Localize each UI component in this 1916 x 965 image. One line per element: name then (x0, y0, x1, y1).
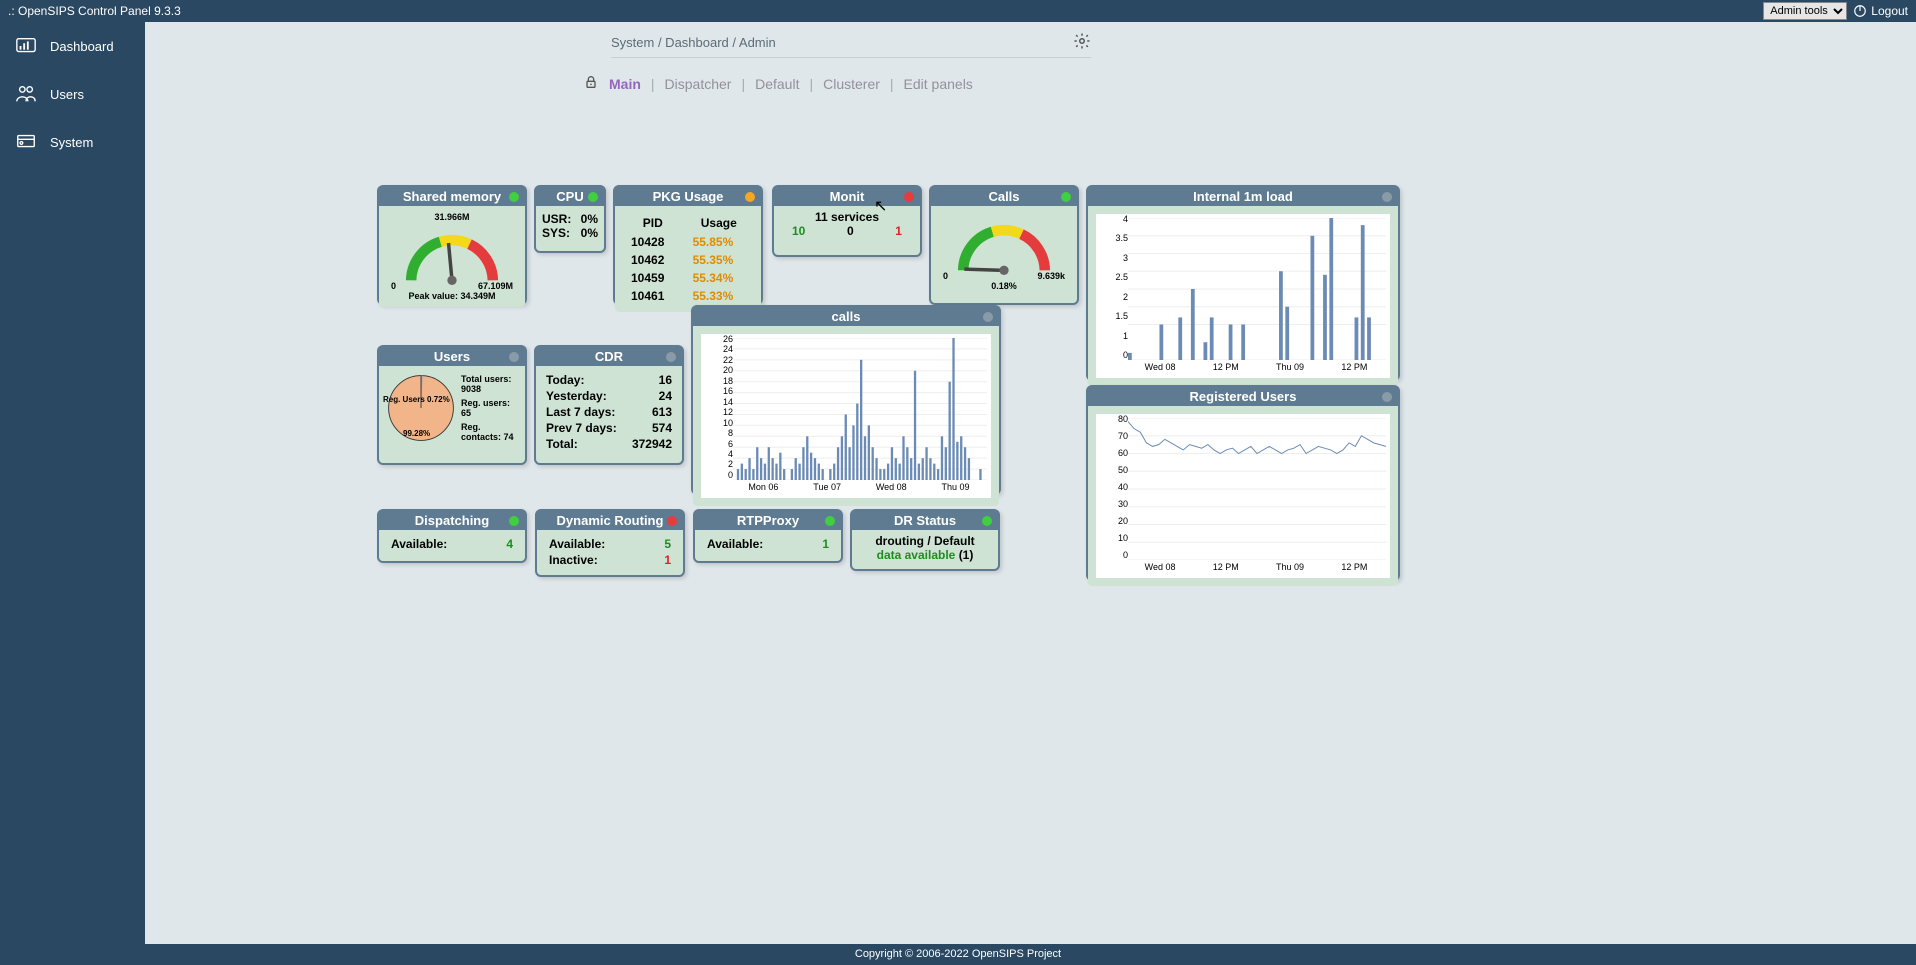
widget-dispatching[interactable]: Dispatching Available:4 (377, 509, 527, 563)
widget-title: RTPProxy (737, 513, 799, 528)
status-indicator-green (825, 516, 835, 526)
widget-pkg-usage[interactable]: PKG Usage PIDUsage 1042855.85%1046255.35… (613, 185, 763, 305)
widget-title: Internal 1m load (1193, 189, 1293, 204)
list-item: Today:16 (542, 372, 676, 388)
widget-dynamic-routing[interactable]: Dynamic Routing Available:5 Inactive:1 (535, 509, 685, 577)
status-indicator-green (509, 516, 519, 526)
widget-title: calls (832, 309, 861, 324)
widget-users[interactable]: Users Total users: 9038 Reg. users: 65 R… (377, 345, 527, 465)
status-indicator-gray (509, 352, 519, 362)
widget-title: Dynamic Routing (557, 513, 664, 528)
sidebar: Dashboard Users System (0, 22, 145, 944)
widget-title: Monit (830, 189, 865, 204)
widget-title: CDR (595, 349, 623, 364)
status-indicator-gray (666, 352, 676, 362)
sidebar-item-label: System (50, 135, 93, 150)
widget-monit[interactable]: Monit 11 services 1001 (772, 185, 922, 257)
app-title: .: OpenSIPS Control Panel 9.3.3 (8, 4, 181, 18)
widget-title: CPU (556, 189, 583, 204)
status-indicator-orange (745, 192, 755, 202)
sidebar-item-dashboard[interactable]: Dashboard (0, 22, 145, 70)
list-item: Prev 7 days:574 (542, 420, 676, 436)
status-indicator-red (667, 516, 677, 526)
widget-title: Registered Users (1190, 389, 1297, 404)
settings-button[interactable] (1073, 32, 1091, 53)
tab-dispatcher[interactable]: Dispatcher (665, 76, 732, 92)
widget-dr-status[interactable]: DR Status drouting / Default data availa… (850, 509, 1000, 571)
table-row: 1045955.34% (623, 270, 753, 286)
widget-calls-gauge[interactable]: Calls 09.639k 0.18% (929, 185, 1079, 305)
breadcrumb: System / Dashboard / Admin (611, 35, 776, 50)
status-indicator-green (588, 192, 598, 202)
sidebar-item-label: Users (50, 87, 84, 102)
sidebar-item-system[interactable]: System (0, 118, 145, 166)
widget-title: Dispatching (415, 513, 489, 528)
list-item: Total:372942 (542, 436, 676, 452)
power-icon (1853, 4, 1867, 18)
table-row: 1046255.35% (623, 252, 753, 268)
widget-title: Calls (988, 189, 1019, 204)
widget-registered-users[interactable]: Registered Users 80706050403020100Wed 08… (1086, 385, 1400, 581)
widget-title: Shared memory (403, 189, 501, 204)
widget-shared-memory[interactable]: Shared memory 31.966M 067.109M Peak valu… (377, 185, 527, 305)
widget-calls-chart[interactable]: calls 26242220181614121086420Mon 06Tue 0… (691, 305, 1001, 495)
footer: Copyright © 2006-2022 OpenSIPS Project (0, 944, 1916, 965)
status-indicator-green (509, 192, 519, 202)
widget-cpu[interactable]: CPU USR:0% SYS:0% (534, 185, 606, 253)
system-icon (14, 130, 38, 154)
main-content: System / Dashboard / Admin Main | Dispat… (145, 22, 1916, 944)
tab-edit-panels[interactable]: Edit panels (904, 76, 973, 92)
sidebar-item-users[interactable]: Users (0, 70, 145, 118)
widget-title: Users (434, 349, 470, 364)
status-indicator-gray (1382, 392, 1392, 402)
gear-icon (1073, 32, 1091, 50)
status-indicator-green (982, 516, 992, 526)
gauge-top-label: 31.966M (385, 212, 519, 222)
status-indicator-gray (983, 312, 993, 322)
dashboard-icon (14, 34, 38, 58)
admin-tools-select[interactable]: Admin tools (1763, 2, 1847, 20)
sidebar-item-label: Dashboard (50, 39, 114, 54)
logout-button[interactable]: Logout (1853, 4, 1908, 18)
widget-title: PKG Usage (653, 189, 724, 204)
lock-icon (583, 72, 599, 95)
tab-default[interactable]: Default (755, 76, 799, 92)
widget-title: DR Status (894, 513, 956, 528)
list-item: Yesterday:24 (542, 388, 676, 404)
list-item: Last 7 days:613 (542, 404, 676, 420)
status-indicator-red (904, 192, 914, 202)
widget-internal-load[interactable]: Internal 1m load 43.532.521.510Wed 0812 … (1086, 185, 1400, 381)
gauge-peak-label: Peak value: 34.349M (385, 291, 519, 301)
status-indicator-green (1061, 192, 1071, 202)
table-row: 1046155.33% (623, 288, 753, 304)
tab-main[interactable]: Main (609, 76, 641, 92)
top-bar: .: OpenSIPS Control Panel 9.3.3 Admin to… (0, 0, 1916, 22)
table-row: 1042855.85% (623, 234, 753, 250)
widget-cdr[interactable]: CDR Today:16Yesterday:24Last 7 days:613P… (534, 345, 684, 465)
widget-rtpproxy[interactable]: RTPProxy Available:1 (693, 509, 843, 563)
users-icon (14, 82, 38, 106)
tab-clusterer[interactable]: Clusterer (823, 76, 880, 92)
status-indicator-gray (1382, 192, 1392, 202)
